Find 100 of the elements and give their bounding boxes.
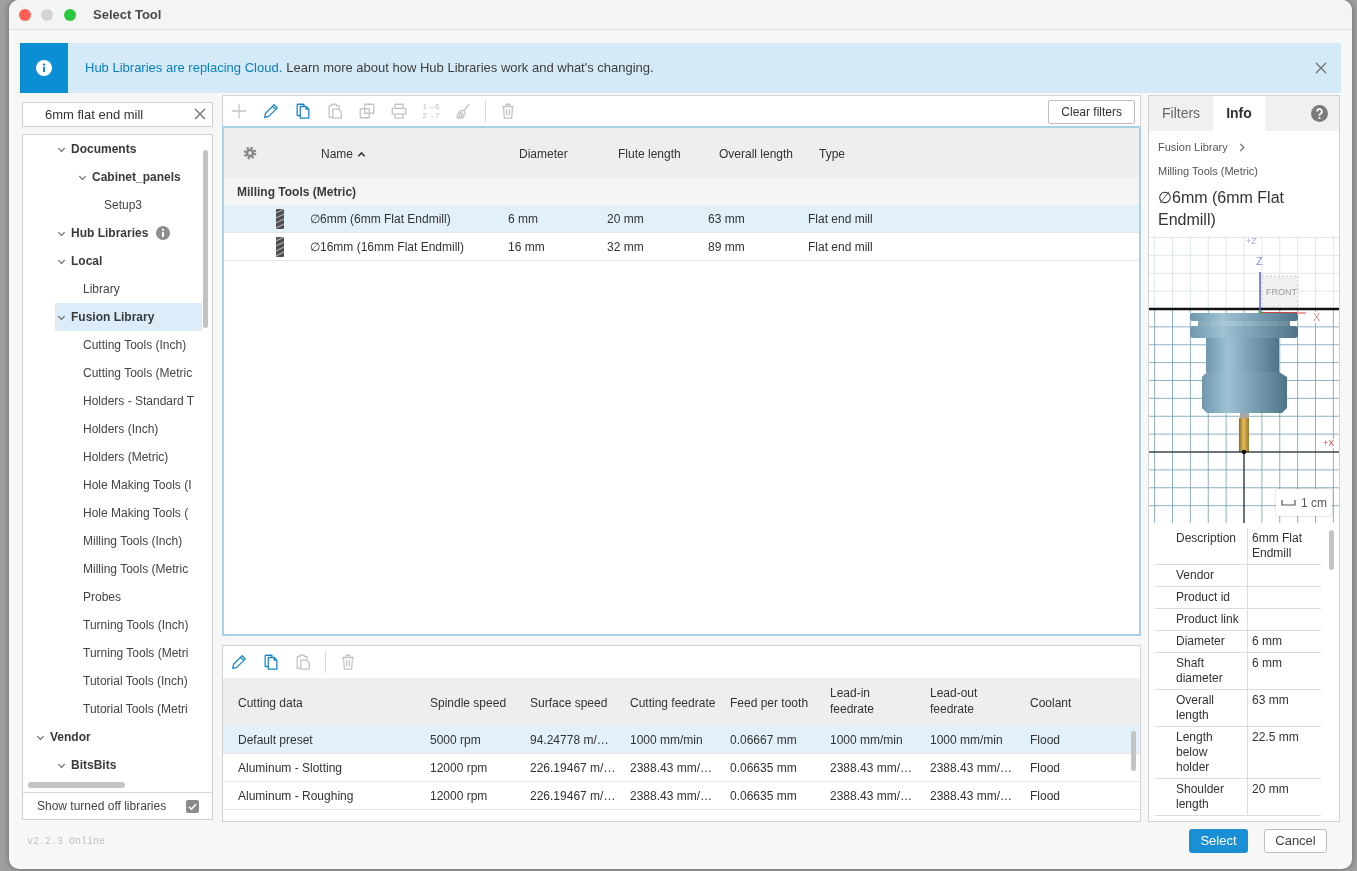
property-label: Diameter	[1155, 631, 1248, 652]
column-header[interactable]: Type	[819, 145, 845, 163]
tree-item[interactable]: Holders (Metric)	[81, 443, 202, 471]
table-cell-text: 63 mm	[707, 210, 746, 228]
cancel-button[interactable]: Cancel	[1264, 829, 1327, 853]
endmill-icon	[276, 236, 284, 257]
breadcrumb-link[interactable]: Milling Tools (Metric)	[1158, 162, 1259, 180]
tree-item[interactable]: Hole Making Tools (I	[81, 471, 202, 499]
tree-item[interactable]: Tutorial Tools (Inch)	[81, 667, 202, 695]
search-field[interactable]: 6mm flat end mill	[22, 102, 213, 127]
table-row[interactable]: ∅6mm (6mm Flat Endmill) 6 mm 20 mm 63 mm Flat end mill	[224, 205, 1139, 233]
pencil-icon[interactable]	[230, 653, 248, 671]
window-zoom-icon[interactable]	[64, 8, 76, 21]
tree-item[interactable]: Holders (Inch)	[81, 415, 202, 443]
table-cell-text: 2388.43 mm/…	[929, 787, 1014, 805]
table-cell-text: 0.06635 mm	[729, 759, 798, 777]
column-header[interactable]: Overall length	[719, 145, 794, 163]
select-button[interactable]: Select	[1189, 829, 1248, 853]
tree-item[interactable]: Probes	[81, 583, 202, 611]
tool-title: ∅6mm (6mm Flat Endmill)	[1157, 188, 1285, 230]
table-cell-text: 2388.43 mm/…	[629, 787, 714, 805]
scrollbar-thumb[interactable]	[1329, 530, 1334, 570]
scrollbar-thumb[interactable]	[1131, 731, 1136, 771]
table-cell-text: 2388.43 mm/…	[929, 759, 1014, 777]
column-header[interactable]: Diameter	[519, 145, 568, 163]
column-header[interactable]: Surface speed	[530, 695, 608, 711]
column-header[interactable]: Flute length	[618, 145, 681, 163]
tree-item[interactable]: Hole Making Tools (	[81, 499, 202, 527]
tree-item[interactable]: Fusion Library	[55, 303, 202, 331]
column-header[interactable]: Name	[321, 145, 366, 163]
tab[interactable]: Filters	[1149, 96, 1214, 131]
banner-message: Learn more about how Hub Libraries work and what's changing.	[286, 59, 654, 78]
banner-link[interactable]: Hub Libraries are replacing Cloud.	[85, 58, 283, 78]
tree-item[interactable]: Turning Tools (Inch)	[81, 611, 202, 639]
table-cell-text: 20 mm	[606, 210, 645, 228]
close-icon[interactable]	[1315, 62, 1327, 74]
column-header[interactable]: Spindle speed	[430, 695, 507, 711]
table-cell-text: 226.19467 m/…	[529, 787, 617, 805]
table-cell-text: 12000 rpm	[429, 759, 489, 777]
copy-icon[interactable]	[294, 102, 312, 120]
scrollbar-thumb[interactable]	[28, 782, 125, 788]
table-cell-text: 226.19467 m/…	[529, 759, 617, 777]
table-cell-text: Default preset	[237, 731, 314, 749]
tree-item[interactable]: Hub Libraries	[55, 219, 202, 247]
property-label: Shoulder length	[1155, 779, 1248, 815]
tree-item[interactable]: Cutting Tools (Inch)	[81, 331, 202, 359]
axis-label: +Z	[1246, 237, 1257, 246]
table-cell-text: ∅16mm (16mm Flat Endmill)	[309, 238, 466, 256]
endmill-icon	[276, 208, 284, 229]
scrollbar-thumb[interactable]	[203, 150, 208, 328]
table-cell-text: ∅6mm (6mm Flat Endmill)	[309, 210, 452, 228]
column-header[interactable]: Lead-in feedrate	[830, 684, 916, 717]
close-icon[interactable]	[194, 108, 206, 120]
checkbox[interactable]	[186, 799, 199, 813]
table-cell-text: 94.24778 m/…	[529, 731, 610, 749]
tree-item[interactable]: Milling Tools (Metric	[81, 555, 202, 583]
table-cell-text: Flood	[1029, 787, 1062, 805]
column-header[interactable]: Cutting data	[238, 695, 303, 711]
tree-item[interactable]: Documents	[55, 135, 202, 163]
tree-item[interactable]: Local	[55, 247, 202, 275]
column-header[interactable]: Cutting feedrate	[630, 695, 716, 711]
column-header[interactable]: Feed per tooth	[730, 695, 809, 711]
column-header[interactable]: Coolant	[1030, 695, 1072, 711]
tree-item[interactable]: Milling Tools (Inch)	[81, 527, 202, 555]
view-cube-label: FRONT	[1266, 288, 1297, 297]
scale-label: 1 cm	[1301, 494, 1327, 512]
column-header[interactable]: Lead-out feedrate	[930, 684, 1016, 717]
tree-item[interactable]: Tutorial Tools (Metri	[81, 695, 202, 723]
table-cell-text: 1000 mm/min	[929, 731, 1004, 749]
property-label: Vendor	[1155, 565, 1248, 586]
table-cell-text: 5000 rpm	[429, 731, 482, 749]
tab[interactable]: Info	[1213, 96, 1265, 131]
tree-item[interactable]: Cutting Tools (Metric	[81, 359, 202, 387]
table-cell-text: 89 mm	[707, 238, 746, 256]
property-label: Product link	[1155, 609, 1248, 630]
tree-item[interactable]: Library	[81, 275, 202, 303]
property-value: 63 mm	[1251, 692, 1290, 709]
pencil-icon[interactable]	[262, 102, 280, 120]
property-label: Length below holder	[1155, 727, 1248, 778]
table-cell-text: 0.06635 mm	[729, 787, 798, 805]
group-header: Milling Tools (Metric)	[237, 183, 357, 201]
window-close-icon[interactable]	[19, 8, 31, 21]
tree-item[interactable]: Vendor	[34, 723, 202, 751]
clear-filters-button[interactable]: Clear filters	[1048, 99, 1135, 124]
table-cell-text: Aluminum - Roughing	[237, 787, 355, 805]
help-icon[interactable]	[1311, 105, 1328, 122]
table-cell-text: 1000 mm/min	[829, 731, 904, 749]
tree-item[interactable]: Cabinet_panels	[76, 163, 202, 191]
property-value: 6 mm	[1251, 633, 1283, 650]
tree-item[interactable]: BitsBits	[55, 751, 202, 779]
tree-item[interactable]: Holders - Standard T	[81, 387, 202, 415]
property-label: Shaft diameter	[1155, 653, 1248, 689]
copy-icon[interactable]	[262, 653, 280, 671]
table-cell-text: 32 mm	[606, 238, 645, 256]
property-value: 20 mm	[1251, 781, 1290, 798]
breadcrumb-link[interactable]: Fusion Library	[1158, 138, 1228, 156]
tree-item[interactable]: Turning Tools (Metri	[81, 639, 202, 667]
settings-icon[interactable]	[242, 145, 258, 161]
table-row[interactable]: Default preset 5000 rpm 94.24778 m/… 1000 mm/min 0.06667 mm 1000 mm/min 1000 mm/min Flood	[223, 726, 1140, 754]
tree-item[interactable]: Setup3	[102, 191, 202, 219]
